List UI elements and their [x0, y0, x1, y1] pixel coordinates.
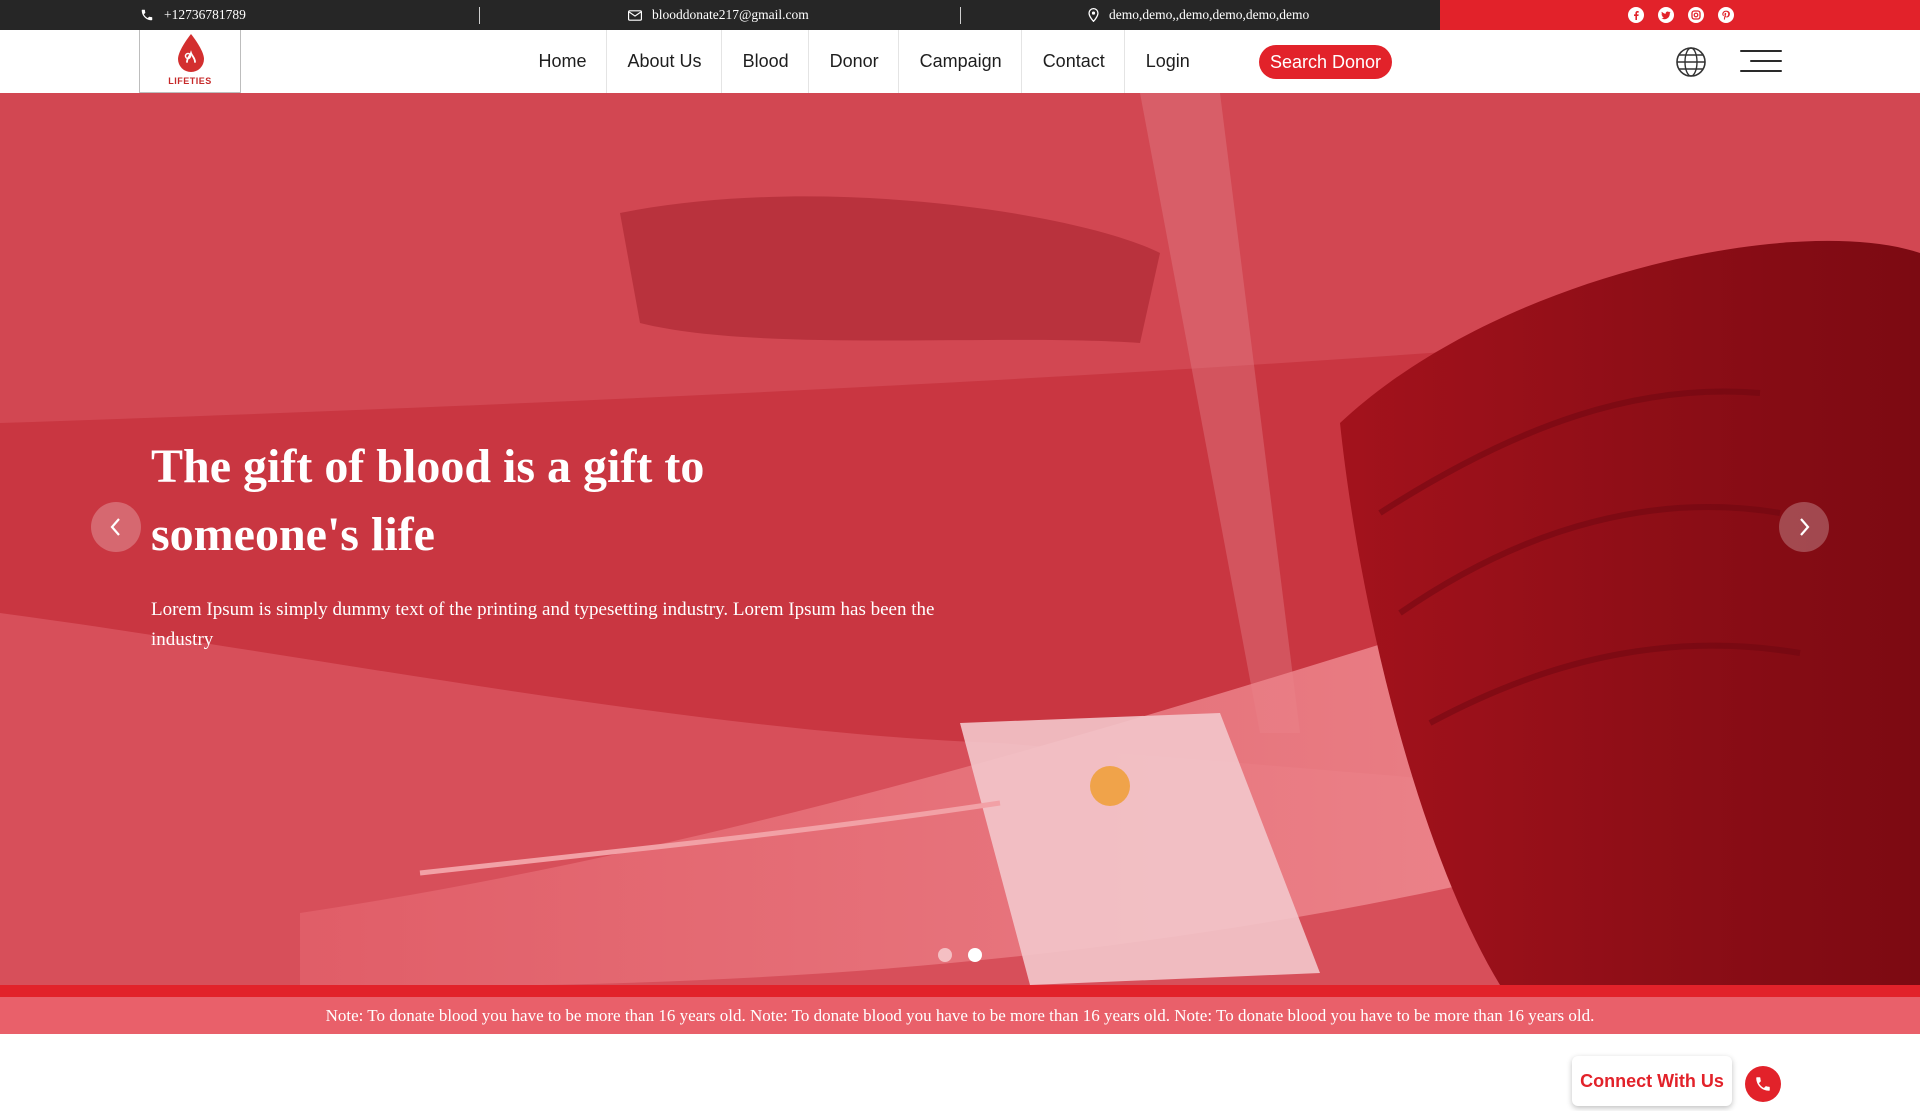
hamburger-menu-icon[interactable]: [1740, 49, 1782, 73]
phone-icon: [1756, 1077, 1770, 1091]
chevron-right-icon: [1800, 518, 1810, 536]
slider-dot-2[interactable]: [968, 948, 982, 962]
twitter-icon[interactable]: [1658, 7, 1674, 23]
mail-icon: [628, 9, 642, 21]
slider-dot-1[interactable]: [938, 948, 952, 962]
nav-item-campaign[interactable]: Campaign: [899, 30, 1023, 93]
topbar-divider: [479, 7, 480, 24]
pinterest-icon[interactable]: [1718, 7, 1734, 23]
globe-icon[interactable]: [1675, 46, 1707, 83]
hero-subtitle: Lorem Ipsum is simply dummy text of the …: [151, 599, 935, 650]
slider-prev-button[interactable]: [91, 502, 141, 552]
phone-number: +12736781789: [164, 7, 246, 22]
instagram-icon[interactable]: [1688, 7, 1704, 23]
connect-with-us-button[interactable]: Connect With Us: [1572, 1056, 1732, 1106]
topbar-address: demo,demo,,demo,demo,demo,demo: [1088, 0, 1309, 30]
topbar-phone[interactable]: +12736781789: [140, 0, 246, 30]
facebook-icon[interactable]: [1628, 7, 1644, 23]
nav-item-donor[interactable]: Donor: [809, 30, 900, 93]
nav-item-blood[interactable]: Blood: [722, 30, 810, 93]
notice-text: Note: To donate blood you have to be mor…: [325, 1005, 1595, 1025]
location-pin-icon: [1088, 8, 1099, 22]
slider-next-button[interactable]: [1779, 502, 1829, 552]
site-logo[interactable]: LIFETIES: [139, 30, 241, 93]
topbar-divider: [960, 7, 961, 24]
topbar-email[interactable]: blooddonate217@gmail.com: [628, 0, 809, 30]
notice-marquee: Note: To donate blood you have to be mor…: [0, 985, 1920, 1034]
nav-item-contact[interactable]: Contact: [1022, 30, 1126, 93]
nav-item-about-us[interactable]: About Us: [607, 30, 723, 93]
nav-item-home[interactable]: Home: [518, 30, 608, 93]
email-address: blooddonate217@gmail.com: [652, 7, 809, 22]
search-donor-button[interactable]: Search Donor: [1259, 45, 1392, 79]
hero-title: The gift of blood is a gift to someone's…: [151, 440, 705, 561]
nav-menu: Home About Us Blood Donor Campaign Conta…: [518, 30, 1210, 93]
address-text: demo,demo,,demo,demo,demo,demo: [1109, 7, 1310, 22]
blood-drop-logo-icon: [178, 34, 204, 72]
phone-icon: [140, 8, 154, 22]
nav-item-login[interactable]: Login: [1125, 30, 1210, 93]
chevron-left-icon: [110, 518, 120, 536]
call-button[interactable]: [1745, 1066, 1781, 1102]
social-bar: [1440, 0, 1920, 30]
hero-slider: The gift of blood is a gift to someone's…: [0, 93, 1920, 985]
logo-text: LIFETIES: [168, 76, 212, 86]
